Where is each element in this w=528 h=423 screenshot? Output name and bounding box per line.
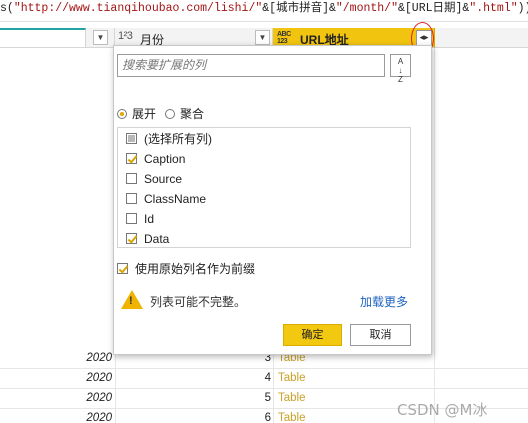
formula-string-3: ".html" — [469, 2, 518, 15]
cell-month: 6 — [115, 412, 271, 423]
warning-text: 列表可能不完整。 — [150, 295, 247, 309]
number-type-icon[interactable]: 1²3 — [118, 30, 133, 42]
cell-month: 4 — [115, 372, 271, 384]
watermark: CSDN @M冰 — [397, 401, 488, 419]
radio-aggregate-label: 聚合 — [180, 107, 205, 121]
list-item-label: Source — [144, 172, 183, 186]
checkbox-icon[interactable] — [126, 173, 137, 184]
table-row: 2020 4 Table — [0, 369, 528, 389]
checkbox-checked-icon[interactable] — [126, 233, 137, 244]
formula-ref-1: &[城市拼音]& — [262, 2, 336, 15]
radio-aggregate[interactable]: 聚合 — [165, 105, 204, 122]
radio-dot-icon — [117, 109, 127, 119]
list-item-data[interactable]: Data — [126, 229, 169, 249]
search-input[interactable]: 搜索要扩展的列 — [117, 54, 385, 77]
list-item-classname[interactable]: ClassName — [126, 189, 206, 209]
formula-suffix: ))) — [517, 2, 528, 15]
any-type-icon[interactable]: ABC 123 — [277, 31, 291, 45]
checkbox-partial-icon[interactable] — [126, 133, 137, 144]
expand-column-popup: 搜索要扩展的列 A ↓ Z 展开 聚合 (选择所有列) Caption Source… — [113, 45, 432, 355]
checkbox-icon[interactable] — [126, 213, 137, 224]
list-item-select-all[interactable]: (选择所有列) — [126, 129, 212, 149]
column-filter-button[interactable]: ▼ — [255, 30, 270, 45]
type-icon-top: ABC — [277, 31, 291, 38]
radio-dot-icon — [165, 109, 175, 119]
cell-month: 5 — [115, 392, 271, 404]
checkbox-checked-icon[interactable] — [117, 263, 128, 274]
formula-string-1: "http://www.tianqihoubao.com/lishi/" — [13, 2, 263, 15]
cell-year: 2020 — [86, 412, 112, 423]
cell-url-table[interactable]: Table — [278, 372, 306, 384]
list-item-caption[interactable]: Caption — [126, 149, 185, 169]
formula-ref-2: &[URL日期]& — [398, 2, 470, 15]
column-header-year-menu[interactable]: ▼ — [86, 28, 115, 48]
formula-prefix: s( — [0, 2, 14, 15]
list-item-source[interactable]: Source — [126, 169, 182, 189]
formula-bar[interactable]: s("http://www.tianqihoubao.com/lishi/"&[… — [0, 0, 528, 22]
list-item-label: ClassName — [144, 192, 207, 206]
checkbox-icon[interactable] — [126, 193, 137, 204]
type-icon-bottom: 123 — [277, 38, 288, 45]
radio-expand-label: 展开 — [132, 107, 157, 121]
use-prefix-option[interactable]: 使用原始列名作为前缀 — [117, 260, 255, 277]
warning-icon: ! — [121, 290, 143, 309]
ok-button[interactable]: 确定 — [283, 324, 342, 346]
list-item-label: (选择所有列) — [144, 132, 212, 146]
formula-string-2: "/month/" — [335, 2, 398, 15]
column-header-empty — [435, 28, 528, 48]
cell-url-table[interactable]: Table — [278, 392, 306, 404]
column-filter-button[interactable]: ▼ — [93, 30, 108, 45]
column-list: (选择所有列) Caption Source ClassName Id Data — [117, 127, 411, 248]
checkbox-checked-icon[interactable] — [126, 153, 137, 164]
cell-year: 2020 — [86, 372, 112, 384]
cell-year: 2020 — [86, 352, 112, 364]
use-prefix-label: 使用原始列名作为前缀 — [135, 262, 256, 276]
column-header-year[interactable] — [0, 28, 86, 48]
list-item-id[interactable]: Id — [126, 209, 154, 229]
sort-az-icon[interactable]: A ↓ Z — [390, 54, 411, 84]
cell-year: 2020 — [86, 392, 112, 404]
cell-url-table[interactable]: Table — [278, 412, 306, 423]
cancel-button[interactable]: 取消 — [350, 324, 411, 346]
list-item-label: Caption — [144, 152, 186, 166]
list-item-label: Data — [144, 232, 170, 246]
list-item-label: Id — [144, 212, 155, 226]
radio-expand[interactable]: 展开 — [117, 105, 156, 122]
load-more-link[interactable]: 加载更多 — [360, 293, 408, 310]
